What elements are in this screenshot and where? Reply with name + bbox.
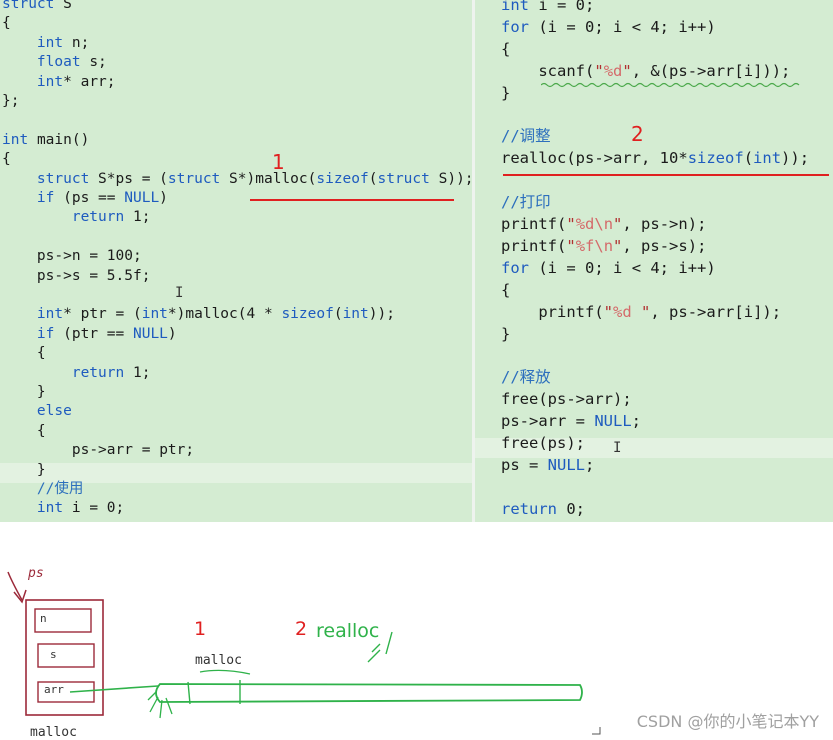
malloc-label-bar: malloc: [195, 653, 242, 668]
field-n-label: n: [40, 612, 47, 625]
left-code-line: int n;: [36, 34, 90, 51]
ps-label: ps: [28, 566, 44, 581]
right-code-line: free(ps);: [501, 434, 586, 452]
left-code-line: ps->arr = ptr;: [71, 442, 195, 459]
realloc-memory-bar: [155, 683, 583, 703]
right-code-line: scanf("%d", &(ps->arr[i]));: [538, 61, 791, 80]
left-code-line: {: [2, 15, 11, 32]
ps-arrow-icon: [7, 571, 23, 601]
right-code-panel[interactable]: int i = 0; for (i = 0; i < 4; i++) { scanf…: [475, 0, 833, 522]
annotation-number-2: 2: [631, 122, 644, 146]
underline-realloc: [503, 174, 829, 176]
left-code-line: int main(): [2, 131, 90, 148]
left-code-line: int i = 0;: [36, 500, 125, 517]
left-code-line: if (ps == NULL): [36, 190, 168, 206]
right-code-line: printf("%d\n", ps->n);: [501, 215, 707, 233]
right-code-line: ps->arr = NULL;: [501, 412, 642, 431]
left-code-line: //使用: [36, 481, 84, 497]
underline-malloc: [250, 199, 454, 201]
field-s-label: s: [50, 648, 57, 661]
field-arr-label: arr: [44, 683, 64, 696]
right-code-line: free(ps->arr);: [501, 390, 632, 409]
left-code-line: {: [2, 422, 46, 439]
right-code-line: realloc(ps->arr, 10*sizeof(int));: [501, 149, 810, 168]
left-code-line: int* ptr = (int*)malloc(4 * sizeof(int))…: [36, 306, 395, 323]
right-code-line: for (i = 0; i < 4; i++): [501, 258, 716, 277]
csdn-watermark: CSDN @你的小笔记本YY: [636, 712, 819, 731]
left-code-line: return 1;: [71, 364, 151, 381]
right-code-line: //打印: [501, 193, 551, 212]
left-code-panel[interactable]: struct S { int n; float s; int* arr;}; int…: [0, 0, 472, 522]
right-code-line: }: [501, 324, 511, 343]
left-code-line: if (ptr == NULL): [36, 325, 177, 342]
text-cursor-icon: I: [175, 285, 184, 301]
annotation-number-1: 1: [272, 150, 285, 174]
right-code-line: printf("%f\n", ps->s);: [501, 236, 707, 255]
realloc-sketch-label: realloc: [316, 620, 380, 642]
text-cursor-icon-right: I: [613, 440, 622, 456]
malloc-label-struct: malloc: [30, 725, 77, 740]
right-code-line: }: [501, 83, 511, 102]
right-code-line: for (i = 0; i < 4; i++): [501, 17, 716, 36]
left-code-line: float s;: [36, 54, 107, 71]
sketch-number-1: 1: [194, 618, 207, 640]
left-code-line: int* arr;: [36, 73, 116, 90]
right-code-line: printf("%d ", ps->arr[i]);: [538, 302, 782, 321]
scanf-warning-squiggle: [541, 82, 800, 88]
left-code-line: else: [36, 403, 72, 420]
left-code-line: struct S*ps = (struct S*)malloc(sizeof(s…: [36, 170, 472, 187]
right-code-line: //调整: [501, 127, 551, 146]
left-code-line: {: [2, 151, 11, 168]
left-code-line: };: [2, 93, 20, 109]
left-code-line: struct S: [2, 0, 72, 12]
left-code-line: ps->n = 100;: [36, 248, 142, 265]
left-code-line: ps->s = 5.5f;: [36, 267, 151, 284]
right-code-line: return 0;: [501, 499, 585, 518]
right-code-line: int i = 0;: [501, 0, 595, 14]
left-code-line: {: [2, 345, 46, 362]
field-s-box: [37, 643, 95, 668]
right-code-line: //释放: [501, 368, 551, 387]
right-code-line: {: [501, 39, 511, 58]
arr-pointer-line: [69, 685, 159, 693]
left-code-line: }: [2, 461, 46, 478]
sketch-number-2: 2: [295, 618, 308, 640]
right-code-line: ps = NULL;: [501, 455, 595, 474]
left-code-line: return 1;: [71, 209, 151, 226]
right-code-line: {: [501, 280, 511, 299]
left-code-line: }: [2, 384, 46, 400]
